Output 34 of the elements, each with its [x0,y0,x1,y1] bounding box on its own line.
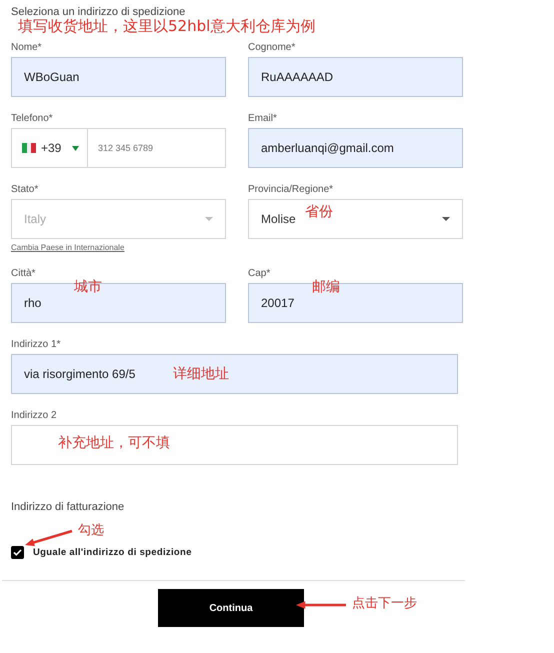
input-field[interactable]: WBoGuan [11,57,226,97]
field-label: Provincia/Regione* [248,184,334,195]
annotation-text: 勾选 [78,524,104,537]
input-field[interactable]: amberluanqi@gmail.com [248,128,463,168]
field-label: Email* [248,113,277,124]
annotation-text: 补充地址，可不填 [58,436,170,450]
annotation-text: 城市 [74,280,102,294]
phone-field[interactable]: +39 312 345 6789 [11,128,226,168]
country-code-dropdown[interactable]: +39 [12,129,88,167]
form-title: Seleziona un indirizzo di spedizione [11,5,186,18]
field-label: Nome* [11,42,42,53]
field-label: Indirizzo 2 [11,410,57,421]
annotation-text: 点击下一步 [352,597,417,610]
flag-icon [22,143,36,153]
annotation-text: 省份 [305,205,333,219]
field-label: Città* [11,268,36,279]
caret-icon [72,146,80,150]
field-label: Telefono* [11,113,53,124]
annotation-text: 邮编 [312,280,340,294]
checkbox-label: Uguale all'indirizzo di spedizione [33,547,192,558]
input-field[interactable]: RuAAAAAAD [248,57,463,97]
field-label: Stato* [11,184,38,195]
field-label: Cognome* [248,42,296,53]
continue-button[interactable]: Continua [158,589,304,627]
caret-icon [442,217,450,221]
field-label: Indirizzo 1* [11,339,60,350]
caret-icon [205,217,213,221]
annotation-text: 详细地址 [173,367,229,381]
field-label: Cap* [248,268,270,279]
annotation-text: 填写收货地址，这里以52hbl意大利仓库为例 [18,19,316,34]
phone-input[interactable]: 312 345 6789 [88,129,225,167]
section-title: Indirizzo di fatturazione [11,501,126,513]
checkbox[interactable] [11,546,24,559]
input-field[interactable] [11,425,458,465]
